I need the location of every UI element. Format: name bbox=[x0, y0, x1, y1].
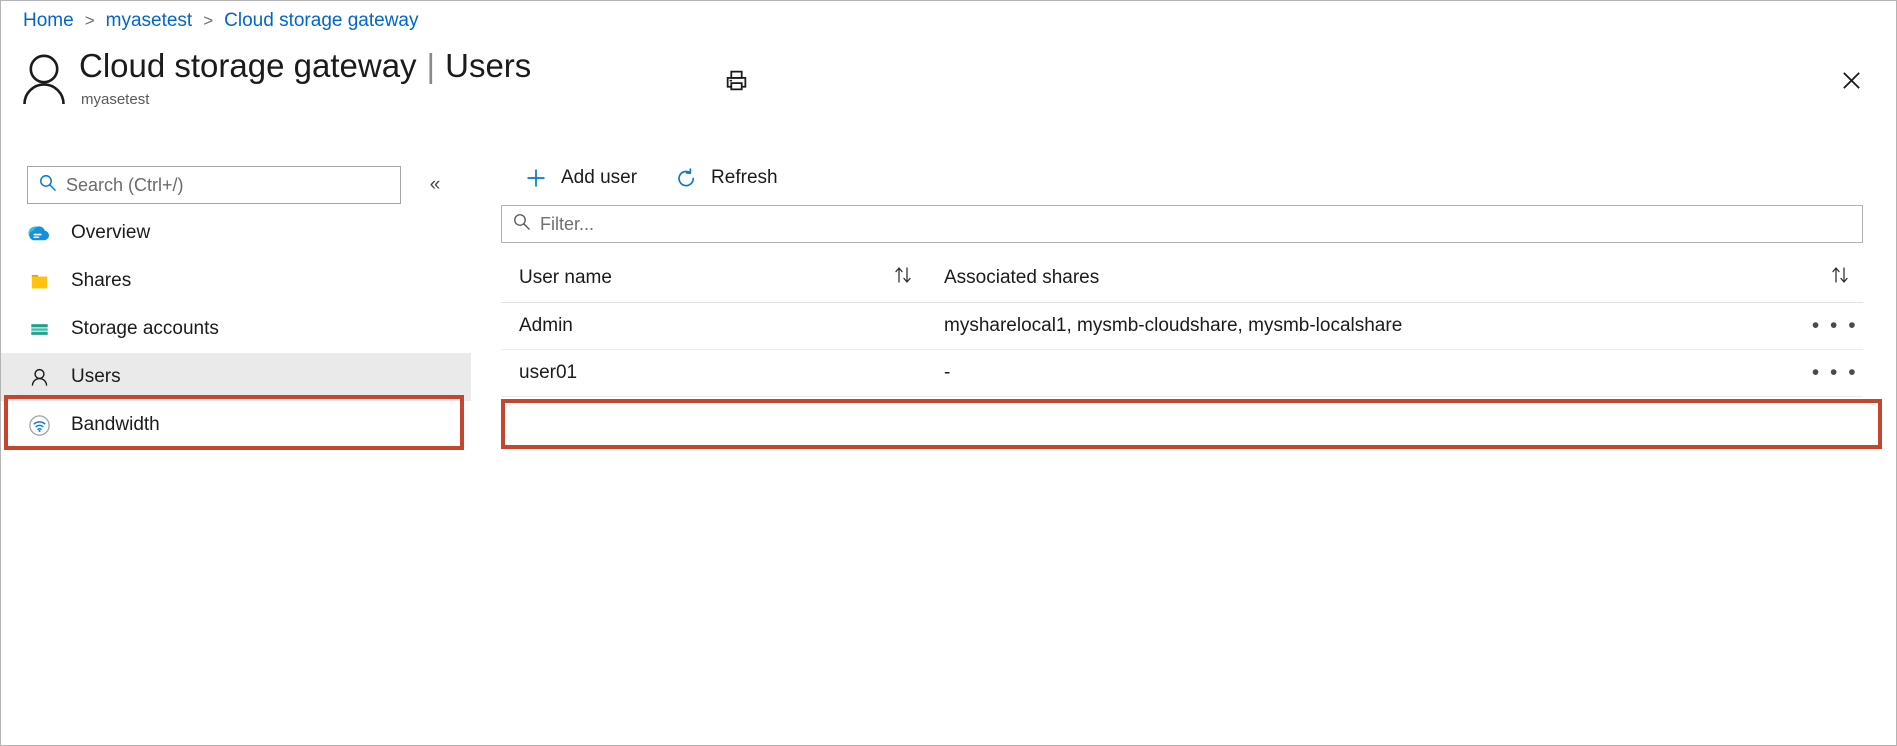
filter-input[interactable]: Filter... bbox=[501, 205, 1863, 243]
filter-row: Filter... bbox=[501, 205, 1878, 243]
sidebar-nav: Overview Shares bbox=[1, 209, 471, 449]
storage-account-icon bbox=[25, 315, 53, 343]
sidebar-item-label: Storage accounts bbox=[71, 318, 219, 340]
breadcrumb-item-cloud-storage-gateway[interactable]: Cloud storage gateway bbox=[224, 10, 418, 32]
sidebar-item-label: Bandwidth bbox=[71, 414, 160, 436]
sidebar-item-label: Overview bbox=[71, 222, 150, 244]
cell-associated-shares: mysharelocal1, mysmb-cloudshare, mysmb-l… bbox=[926, 315, 1807, 337]
column-header-label: Associated shares bbox=[944, 267, 1099, 289]
main-content: Add user Refresh bbox=[501, 151, 1878, 745]
sort-arrows-icon[interactable] bbox=[1829, 265, 1853, 291]
sidebar-item-storage-accounts[interactable]: Storage accounts bbox=[1, 305, 471, 353]
sidebar-item-label: Users bbox=[71, 366, 121, 388]
sidebar-search-row: Search (Ctrl+/) « bbox=[27, 166, 447, 204]
breadcrumb-separator: > bbox=[203, 11, 213, 31]
sidebar: Search (Ctrl+/) « Overview bbox=[1, 151, 471, 746]
close-icon[interactable] bbox=[1834, 63, 1868, 97]
column-header-associated-shares[interactable]: Associated shares bbox=[926, 253, 1863, 302]
sidebar-item-overview[interactable]: Overview bbox=[1, 209, 471, 257]
bandwidth-icon bbox=[25, 411, 53, 439]
cell-user-name: user01 bbox=[501, 362, 926, 384]
command-bar: Add user Refresh bbox=[501, 151, 1878, 205]
users-table: User name Associated shares bbox=[501, 253, 1863, 397]
azure-portal-blade: Home > myasetest > Cloud storage gateway… bbox=[0, 0, 1897, 746]
search-input[interactable]: Search (Ctrl+/) bbox=[27, 166, 401, 204]
page-title-separator: | bbox=[427, 46, 436, 86]
column-header-label: User name bbox=[519, 267, 612, 289]
search-placeholder: Search (Ctrl+/) bbox=[66, 175, 184, 196]
user-avatar-icon bbox=[21, 52, 67, 104]
sidebar-item-bandwidth[interactable]: Bandwidth bbox=[1, 401, 471, 449]
chevron-double-left-icon[interactable]: « bbox=[423, 174, 447, 196]
refresh-label: Refresh bbox=[711, 167, 778, 189]
page-title-section: Users bbox=[445, 46, 531, 86]
page-title-resource: Cloud storage gateway bbox=[79, 46, 417, 86]
table-row-user01[interactable]: user01 - • • • bbox=[501, 350, 1863, 397]
search-icon bbox=[38, 173, 57, 197]
sort-arrows-icon[interactable] bbox=[892, 265, 916, 291]
row-context-menu-icon[interactable]: • • • bbox=[1807, 361, 1863, 385]
refresh-button[interactable]: Refresh bbox=[671, 158, 790, 198]
add-user-button[interactable]: Add user bbox=[521, 158, 649, 198]
plus-icon bbox=[523, 165, 549, 191]
page-title: Cloud storage gateway | Users bbox=[79, 46, 531, 86]
page-subtitle: myasetest bbox=[79, 91, 531, 108]
table-row-admin[interactable]: Admin mysharelocal1, mysmb-cloudshare, m… bbox=[501, 303, 1863, 350]
sidebar-item-label: Shares bbox=[71, 270, 131, 292]
search-icon bbox=[512, 212, 531, 236]
breadcrumb: Home > myasetest > Cloud storage gateway bbox=[23, 6, 419, 36]
refresh-icon bbox=[673, 165, 699, 191]
page-title-block: Cloud storage gateway | Users myasetest bbox=[21, 46, 531, 116]
breadcrumb-item-myasetest[interactable]: myasetest bbox=[106, 10, 193, 32]
filter-placeholder: Filter... bbox=[540, 214, 594, 235]
user-icon bbox=[25, 363, 53, 391]
row-context-menu-icon[interactable]: • • • bbox=[1807, 314, 1863, 338]
folder-icon bbox=[25, 267, 53, 295]
table-header-row: User name Associated shares bbox=[501, 253, 1863, 303]
column-header-user-name[interactable]: User name bbox=[501, 253, 926, 302]
breadcrumb-separator: > bbox=[85, 11, 95, 31]
breadcrumb-item-home[interactable]: Home bbox=[23, 10, 74, 32]
sidebar-item-shares[interactable]: Shares bbox=[1, 257, 471, 305]
sidebar-item-users[interactable]: Users bbox=[1, 353, 471, 401]
add-user-label: Add user bbox=[561, 167, 637, 189]
cloud-icon bbox=[25, 219, 53, 247]
cell-user-name: Admin bbox=[501, 315, 926, 337]
cell-associated-shares: - bbox=[926, 362, 1807, 384]
print-icon[interactable] bbox=[719, 63, 753, 97]
